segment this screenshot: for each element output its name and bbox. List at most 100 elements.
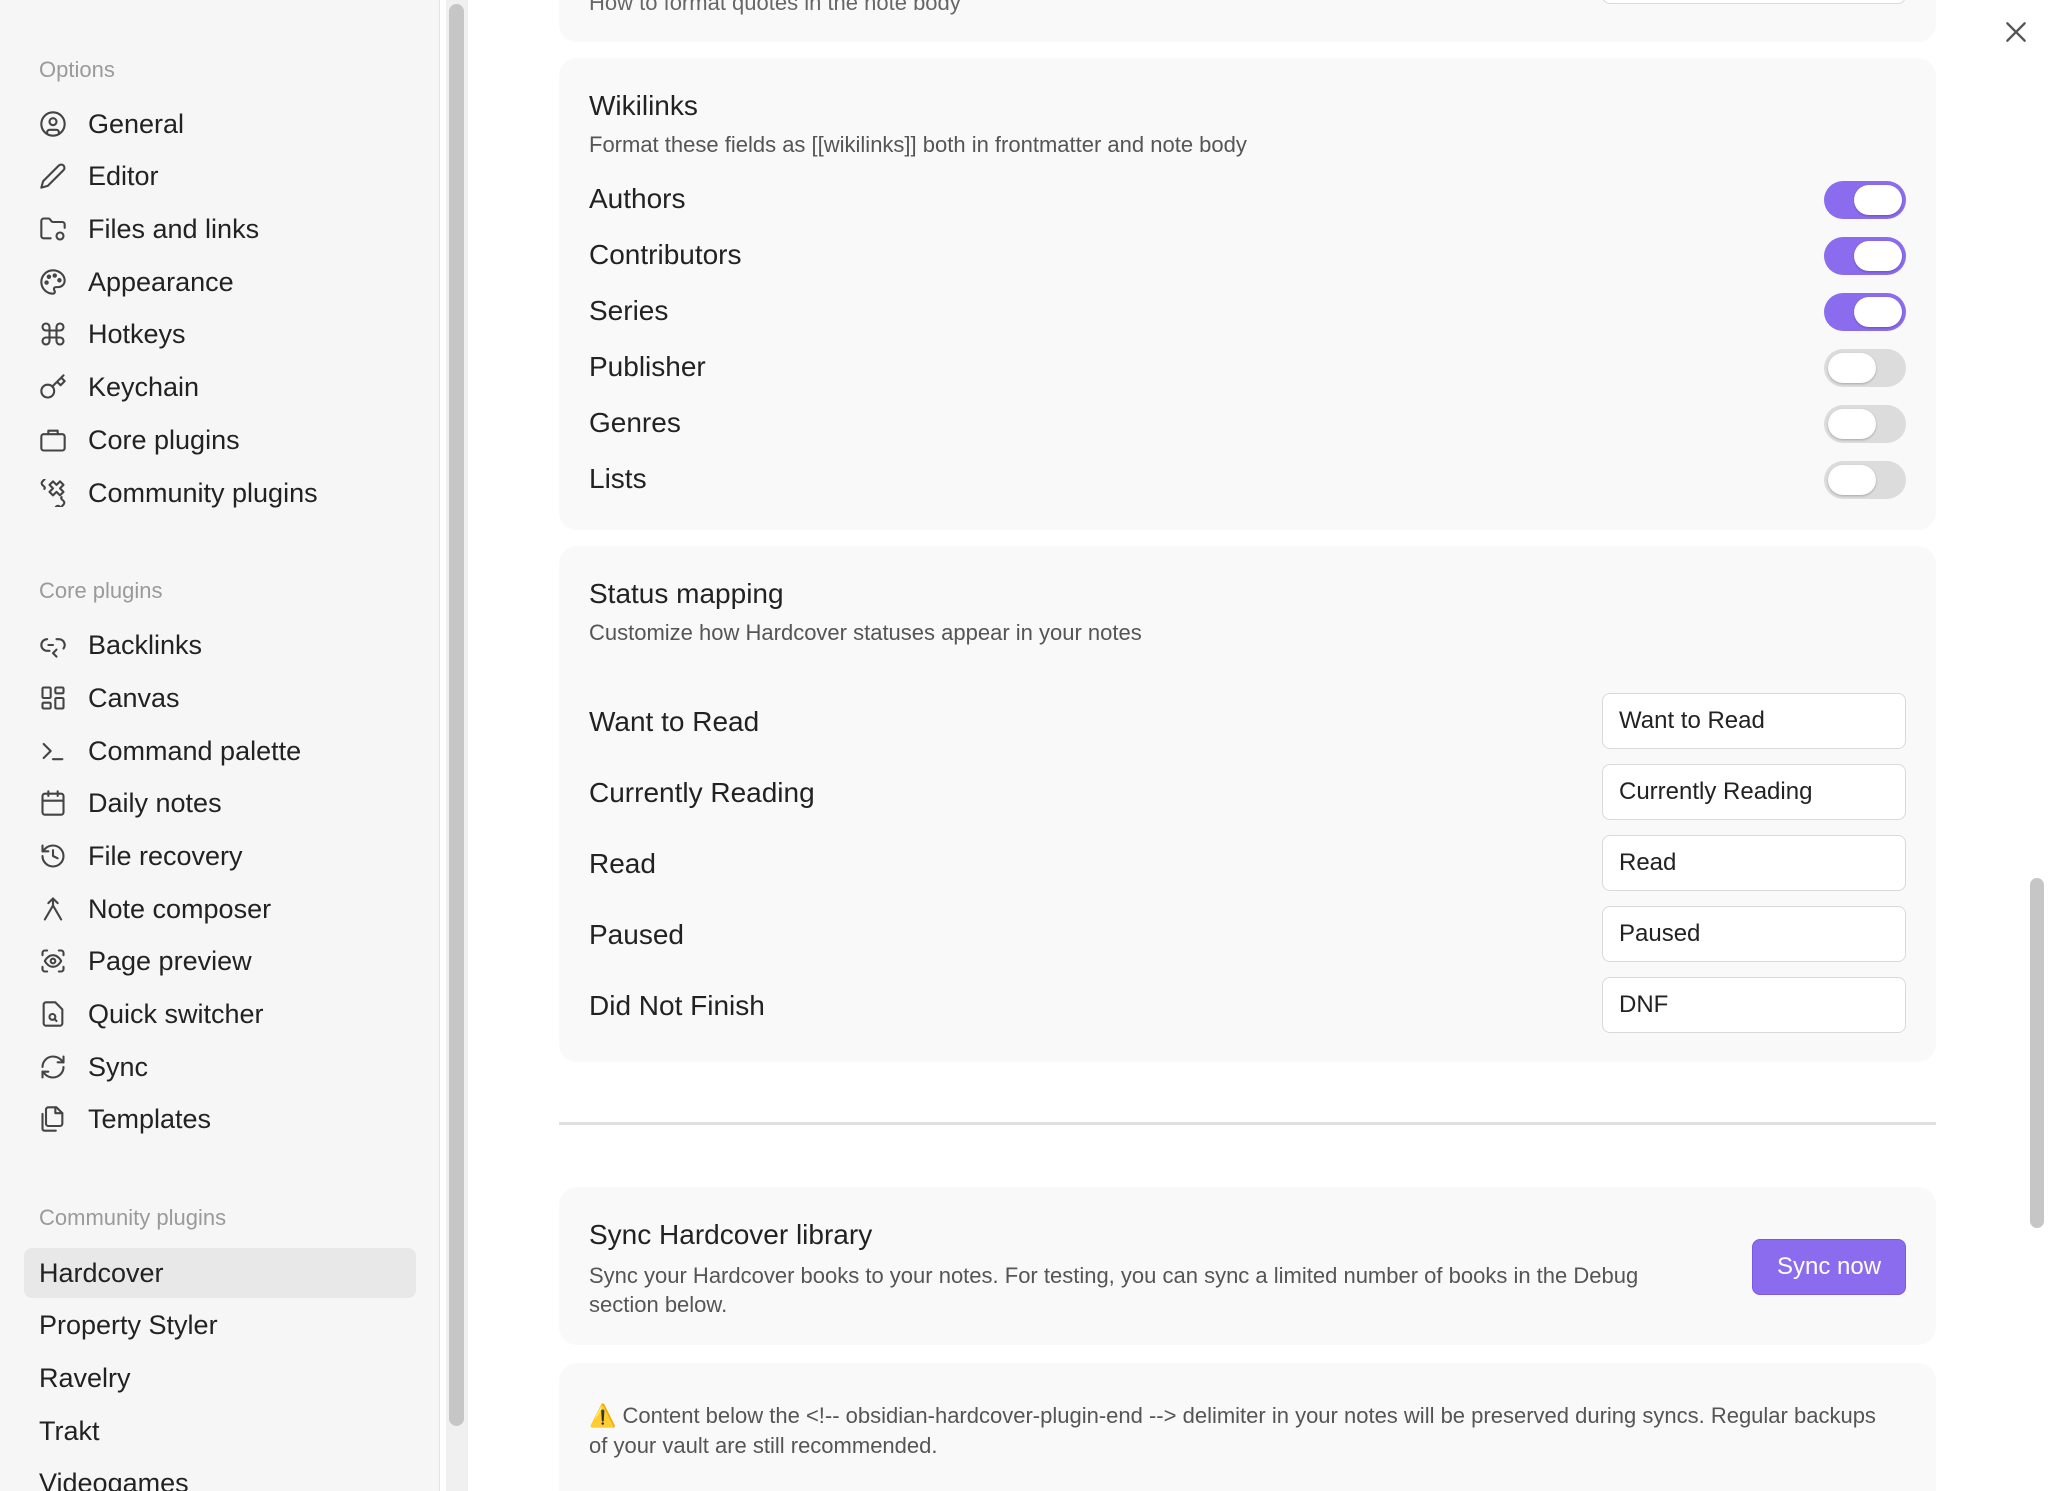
sidebar-item-community-plugins[interactable]: Community plugins (24, 468, 416, 518)
preservation-notice-text: ⚠️ Content below the <!-- obsidian-hardc… (589, 1403, 1876, 1458)
toggle-genres[interactable] (1824, 405, 1906, 443)
status-row-label: Read (589, 848, 656, 879)
sidebar-item-label: Files and links (88, 213, 260, 244)
sidebar-item-hotkeys[interactable]: Hotkeys (24, 309, 416, 359)
sidebar-item-label: Property Styler (39, 1309, 218, 1340)
sidebar-item-trakt[interactable]: Trakt (24, 1406, 416, 1456)
status-row-label: Did Not Finish (589, 990, 765, 1021)
status-did-not-finish-input[interactable] (1602, 977, 1906, 1033)
sidebar-item-label: Backlinks (88, 629, 203, 660)
sidebar-item-ravelry[interactable]: Ravelry (24, 1353, 416, 1403)
sidebar-item-appearance[interactable]: Appearance (24, 257, 416, 307)
sidebar-item-sync[interactable]: Sync (24, 1042, 416, 1092)
sync-library-description: Sync your Hardcover books to your notes.… (589, 1263, 1639, 1317)
core-plugins-section-title: Core plugins (39, 578, 163, 603)
status-read-input[interactable] (1602, 835, 1906, 891)
sidebar-item-daily-notes[interactable]: Daily notes (24, 778, 416, 828)
sidebar-item-templates[interactable]: Templates (24, 1094, 416, 1144)
command-icon (38, 319, 68, 349)
sidebar-scrollbar-thumb[interactable] (449, 4, 464, 1426)
sidebar-item-property-styler[interactable]: Property Styler (24, 1300, 416, 1350)
quote-format-description: How to format quotes in the note body (589, 0, 961, 15)
sidebar-item-page-preview[interactable]: Page preview (24, 936, 416, 986)
sidebar-item-label: Quick switcher (88, 998, 264, 1029)
section-divider (559, 1122, 1936, 1125)
settings-content: How to format quotes in the note body Wi… (468, 0, 2048, 1491)
toggle-series[interactable] (1824, 293, 1906, 331)
sidebar-item-core-plugins[interactable]: Core plugins (24, 415, 416, 465)
sync-now-button[interactable]: Sync now (1752, 1239, 1906, 1295)
backlinks-icon (38, 630, 68, 660)
wikilinks-card: Wikilinks Format these fields as [[wikil… (559, 58, 1936, 530)
wikilink-field-label: Contributors (589, 239, 742, 270)
status-row-label: Want to Read (589, 706, 760, 737)
briefcase-icon (38, 425, 68, 455)
status-currently-reading-input[interactable] (1602, 764, 1906, 820)
sidebar-item-general[interactable]: General (24, 99, 416, 149)
sync-library-title: Sync Hardcover library (589, 1219, 873, 1250)
sidebar-item-files-and-links[interactable]: Files and links (24, 204, 416, 254)
sidebar-item-label: Core plugins (88, 424, 240, 455)
sidebar-item-command-palette[interactable]: Command palette (24, 726, 416, 776)
refresh-icon (38, 1052, 68, 1082)
options-section-title: Options (39, 57, 115, 82)
sidebar-item-label: General (88, 108, 185, 139)
sidebar-item-label: Daily notes (88, 787, 222, 818)
files-icon (38, 1104, 68, 1134)
sidebar-item-keychain[interactable]: Keychain (24, 362, 416, 412)
quote-format-card: How to format quotes in the note body (559, 0, 1936, 42)
preservation-notice-card: ⚠️ Content below the <!-- obsidian-hardc… (559, 1363, 1936, 1491)
sidebar-item-label: Trakt (39, 1415, 100, 1446)
sidebar-item-label: Templates (88, 1103, 212, 1134)
pencil-icon (38, 161, 68, 191)
sidebar-item-canvas[interactable]: Canvas (24, 673, 416, 723)
sidebar-item-label: File recovery (88, 840, 243, 871)
toggle-contributors[interactable] (1824, 237, 1906, 275)
sidebar-item-label: Community plugins (88, 477, 318, 508)
sidebar-item-backlinks[interactable]: Backlinks (24, 620, 416, 670)
wikilink-field-label: Genres (589, 407, 681, 438)
content-scrollbar-thumb[interactable] (2030, 878, 2044, 1228)
folder-cog-icon (38, 214, 68, 244)
sidebar-item-label: Canvas (88, 682, 180, 713)
toggle-publisher[interactable] (1824, 349, 1906, 387)
history-icon (38, 841, 68, 871)
sidebar-scrollbar[interactable] (446, 0, 468, 1491)
sidebar-item-label: Hotkeys (88, 318, 186, 349)
settings-sidebar: Options General Editor Files and links A… (0, 0, 440, 1491)
sidebar-item-note-composer[interactable]: Note composer (24, 884, 416, 934)
status-mapping-description: Customize how Hardcover statuses appear … (589, 620, 1142, 645)
status-want-to-read-input[interactable] (1602, 693, 1906, 749)
status-mapping-title: Status mapping (589, 578, 784, 609)
sidebar-item-label: Videogames (39, 1467, 189, 1491)
scan-eye-icon (38, 946, 68, 976)
sidebar-item-file-recovery[interactable]: File recovery (24, 831, 416, 881)
sync-library-card: Sync Hardcover library Sync your Hardcov… (559, 1187, 1936, 1345)
sidebar-item-quick-switcher[interactable]: Quick switcher (24, 989, 416, 1039)
wikilink-field-label: Series (589, 295, 669, 326)
status-mapping-card: Status mapping Customize how Hardcover s… (559, 546, 1936, 1062)
sidebar-item-label: Editor (88, 160, 159, 191)
user-circle-icon (38, 109, 68, 139)
status-row-label: Paused (589, 919, 684, 950)
toggle-authors[interactable] (1824, 181, 1906, 219)
terminal-icon (38, 736, 68, 766)
wikilink-field-label: Authors (589, 183, 686, 214)
wikilink-field-label: Lists (589, 463, 647, 494)
wikilink-field-label: Publisher (589, 351, 706, 382)
quote-format-dropdown[interactable] (1602, 0, 1906, 4)
file-search-icon (38, 999, 68, 1029)
wikilinks-description: Format these fields as [[wikilinks]] bot… (589, 132, 1247, 157)
sidebar-item-videogames[interactable]: Videogames (24, 1458, 416, 1491)
sidebar-item-hardcover[interactable]: Hardcover (24, 1248, 416, 1298)
puzzle-icon (38, 478, 68, 508)
status-paused-input[interactable] (1602, 906, 1906, 962)
wikilinks-title: Wikilinks (589, 90, 698, 121)
status-row-label: Currently Reading (589, 777, 815, 808)
key-icon (38, 372, 68, 402)
close-icon[interactable] (1998, 14, 2034, 50)
sidebar-item-editor[interactable]: Editor (24, 151, 416, 201)
sidebar-item-label: Page preview (88, 945, 252, 976)
calendar-icon (38, 788, 68, 818)
toggle-lists[interactable] (1824, 461, 1906, 499)
